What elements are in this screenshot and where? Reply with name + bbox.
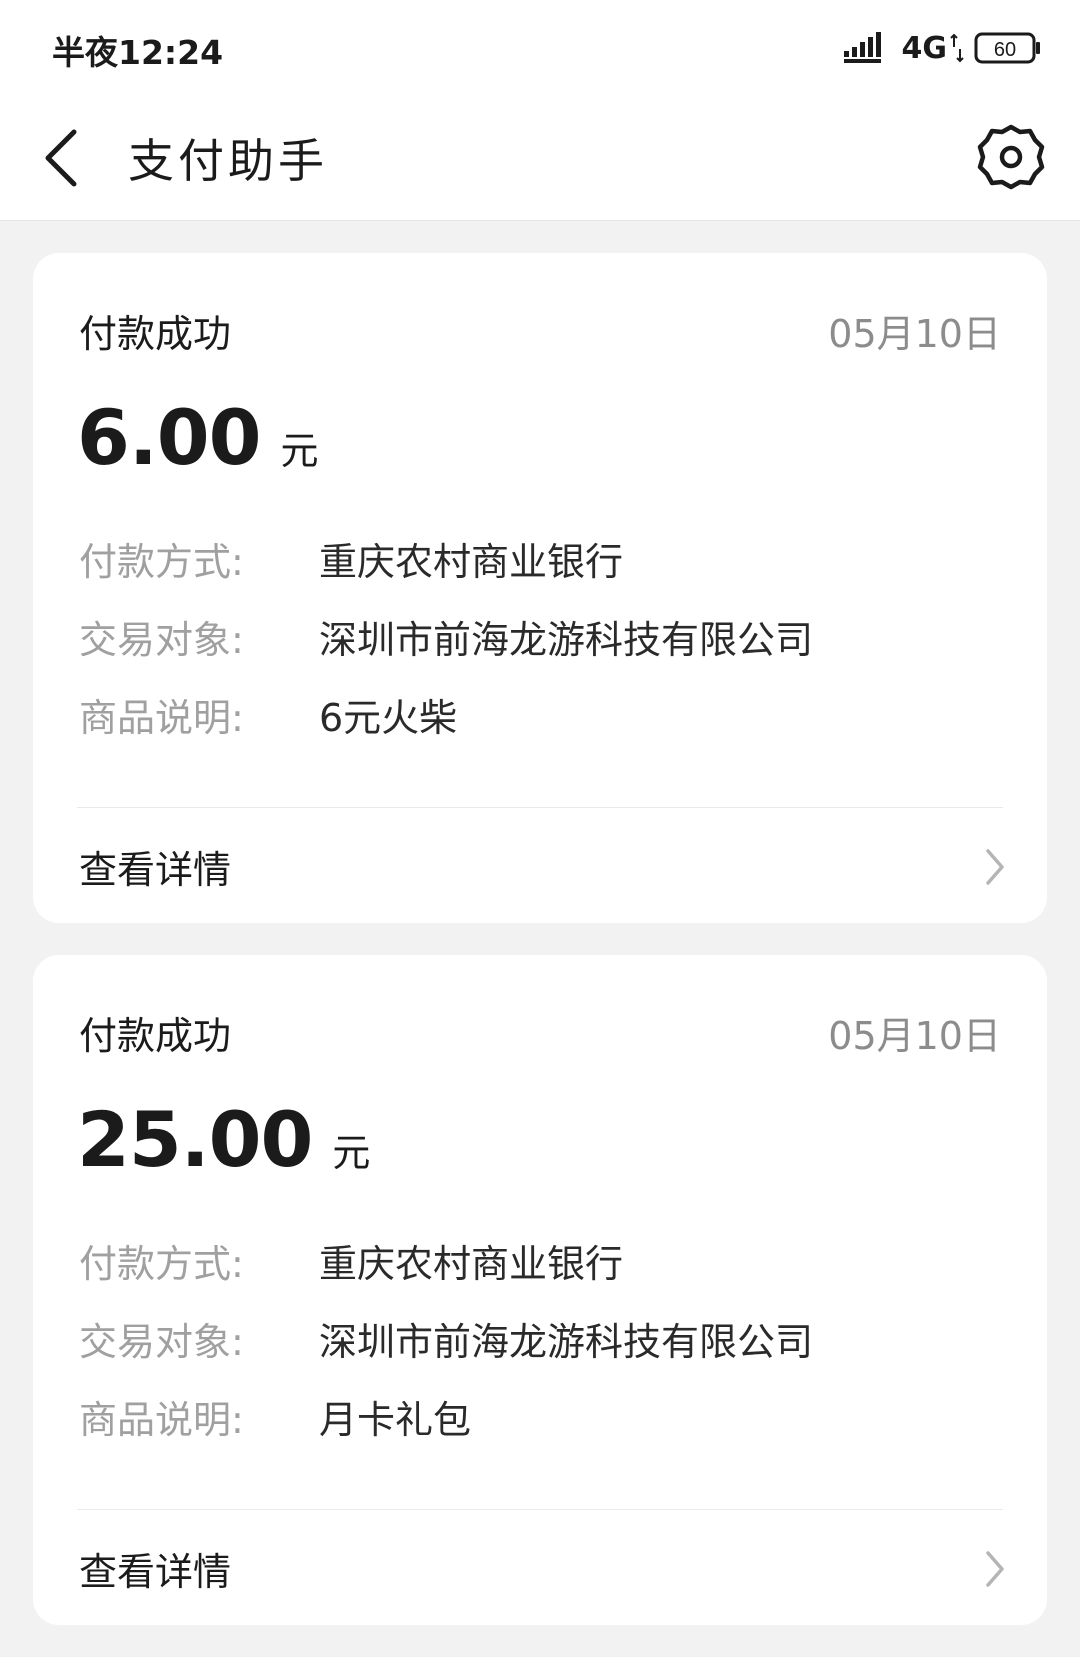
product-row: 商品说明: 月卡礼包 (79, 1390, 471, 1442)
merchant-row: 交易对象: 深圳市前海龙游科技有限公司 (79, 1312, 813, 1364)
settings-button[interactable] (976, 122, 1046, 192)
divider (77, 1509, 1003, 1510)
back-button[interactable] (36, 122, 96, 194)
payment-amount: 6.00 (77, 393, 262, 482)
view-details-label: 查看详情 (79, 1550, 232, 1594)
status-time: 半夜12:24 (52, 33, 224, 72)
view-details-link[interactable]: 查看详情 (33, 1511, 1047, 1625)
payment-card: 付款成功 05月10日 25.00 元 付款方式: 重庆农村商业银行 交易对象:… (33, 955, 1047, 1625)
network-type: 4G (901, 30, 948, 66)
status-bar: 半夜12:24 4G 60 (0, 0, 1080, 95)
detail-label: 付款方式: (79, 1241, 244, 1286)
divider (77, 807, 1003, 808)
view-details-label: 查看详情 (79, 848, 232, 892)
payment-method-row: 付款方式: 重庆农村商业银行 (79, 532, 623, 584)
amount-unit: 元 (332, 1131, 371, 1175)
view-details-link[interactable]: 查看详情 (33, 809, 1047, 923)
chevron-right-icon (986, 849, 1004, 885)
gear-icon (977, 124, 1045, 190)
product-row: 商品说明: 6元火柴 (79, 688, 457, 740)
detail-value: 深圳市前海龙游科技有限公司 (319, 1319, 814, 1364)
detail-label: 商品说明: (79, 1397, 244, 1442)
detail-label: 商品说明: (79, 695, 244, 740)
payment-amount: 25.00 (77, 1095, 313, 1184)
status-indicators: 4G 60 (843, 30, 1043, 66)
amount-unit: 元 (280, 429, 319, 473)
detail-label: 交易对象: (79, 1319, 244, 1364)
data-arrows-icon (950, 33, 964, 63)
payment-date: 05月10日 (828, 1014, 1001, 1058)
page-title: 支付助手 (128, 134, 328, 188)
detail-label: 付款方式: (79, 539, 244, 584)
detail-value: 6元火柴 (319, 695, 458, 740)
detail-value: 月卡礼包 (319, 1397, 472, 1442)
payment-method-row: 付款方式: 重庆农村商业银行 (79, 1234, 623, 1286)
payment-card: 付款成功 05月10日 6.00 元 付款方式: 重庆农村商业银行 交易对象: … (33, 253, 1047, 923)
detail-value: 重庆农村商业银行 (319, 539, 624, 584)
battery-level: 60 (994, 39, 1016, 61)
battery-icon: 60 (974, 32, 1040, 64)
back-arrow-icon (45, 129, 77, 187)
chevron-right-icon (986, 1551, 1004, 1587)
detail-value: 深圳市前海龙游科技有限公司 (319, 617, 814, 662)
payment-status: 付款成功 (79, 312, 232, 356)
detail-label: 交易对象: (79, 617, 244, 662)
amount-row: 25.00 元 (77, 1095, 370, 1184)
amount-row: 6.00 元 (77, 393, 319, 482)
signal-icon (843, 32, 881, 63)
merchant-row: 交易对象: 深圳市前海龙游科技有限公司 (79, 610, 813, 662)
detail-value: 重庆农村商业银行 (319, 1241, 624, 1286)
payment-status: 付款成功 (79, 1014, 232, 1058)
payment-date: 05月10日 (828, 312, 1001, 356)
app-header: 支付助手 (0, 95, 1080, 221)
